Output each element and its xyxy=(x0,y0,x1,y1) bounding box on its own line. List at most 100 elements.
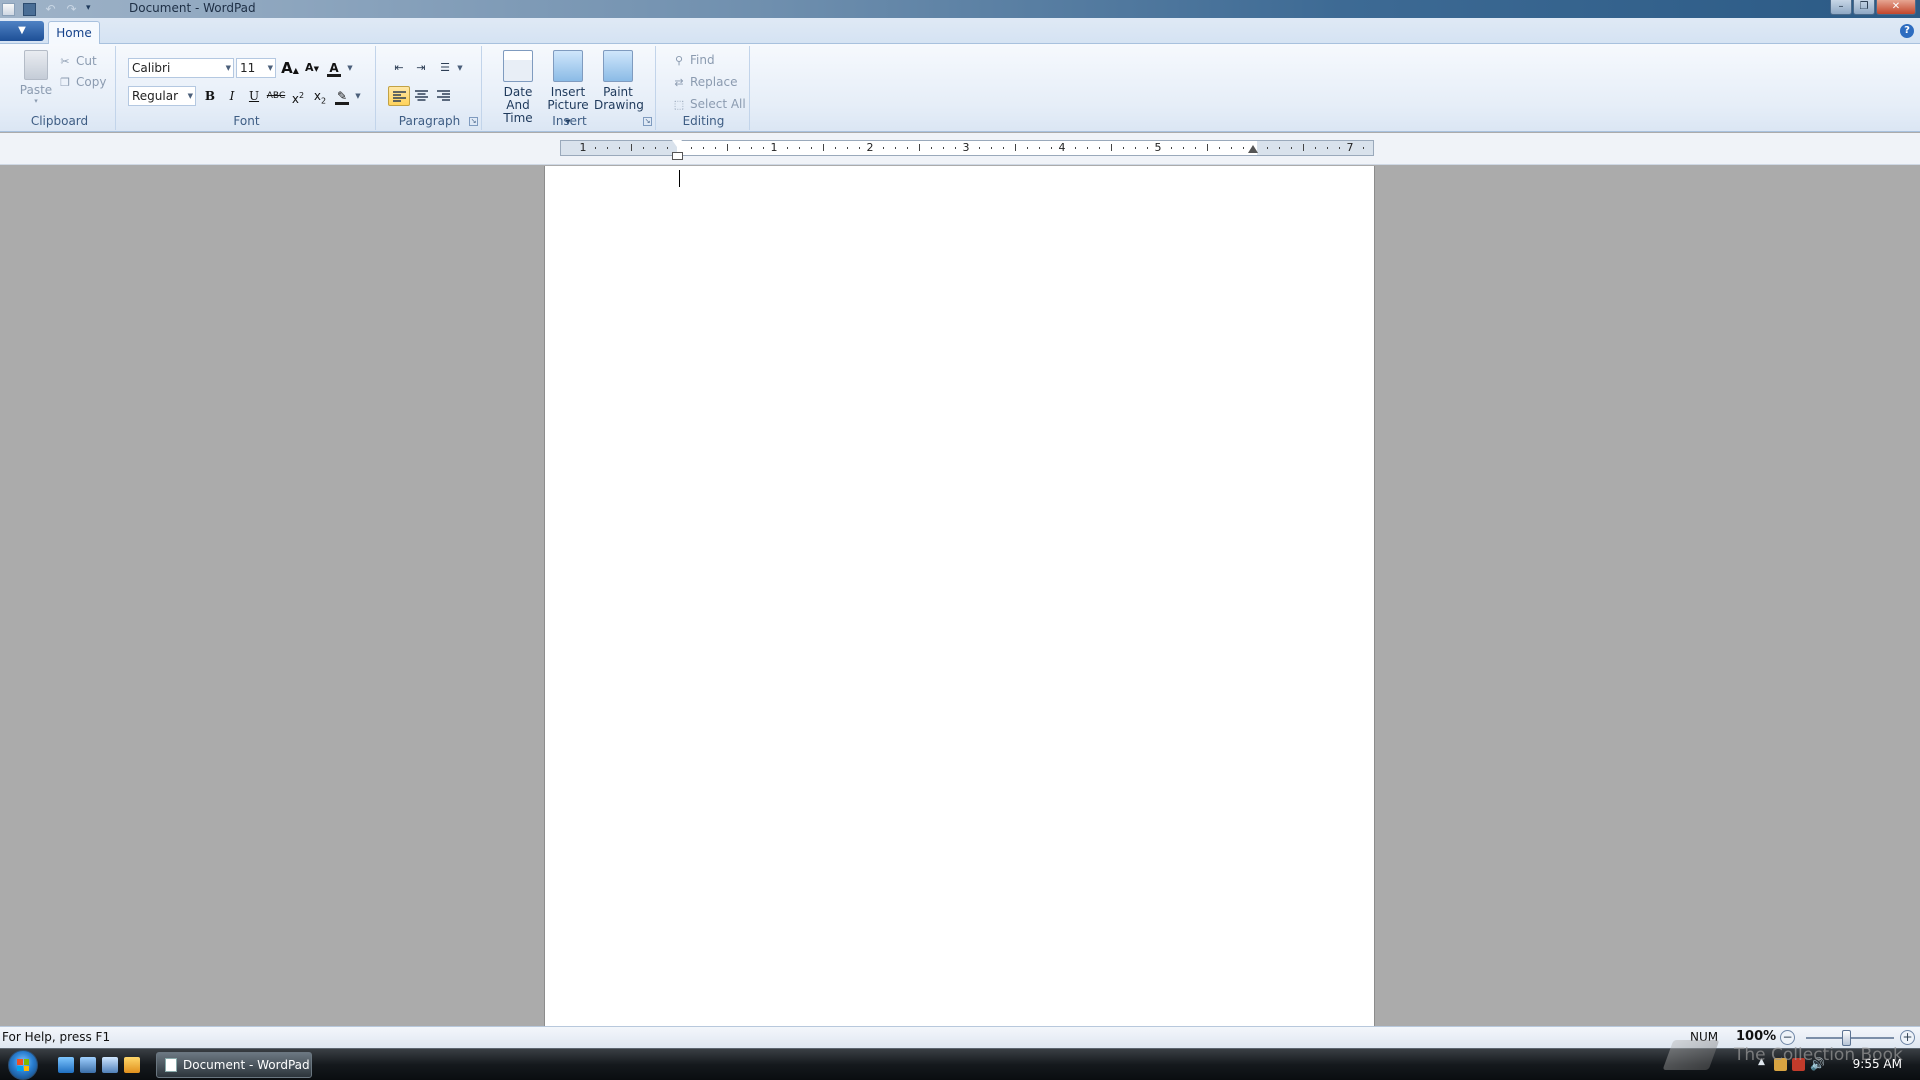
superscript-button[interactable]: x2 xyxy=(288,86,308,106)
insert-group-label: Insert xyxy=(552,114,587,128)
bold-button[interactable]: B xyxy=(200,86,220,106)
shrink-font-icon[interactable]: A▼ xyxy=(302,58,322,78)
show-desktop-icon[interactable] xyxy=(80,1057,96,1073)
restore-button[interactable]: ❐ xyxy=(1853,0,1875,15)
switch-windows-icon[interactable] xyxy=(102,1057,118,1073)
align-right-button[interactable] xyxy=(432,86,454,106)
copy-icon: ❐ xyxy=(60,75,70,89)
paste-dropdown-icon: ▾ xyxy=(34,97,38,105)
ruler-tick xyxy=(1075,147,1076,149)
ruler-tick xyxy=(1183,147,1184,149)
tray-expand-icon[interactable]: ▲ xyxy=(1758,1057,1765,1067)
align-left-button[interactable] xyxy=(388,86,410,106)
right-indent-marker[interactable] xyxy=(1248,145,1258,153)
ruler-tick xyxy=(1363,147,1364,149)
ruler-tick xyxy=(1339,147,1340,149)
application-menu-button[interactable]: ▼ xyxy=(0,21,44,41)
ruler-tick xyxy=(1327,147,1328,149)
save-icon[interactable] xyxy=(23,2,36,16)
font-color-button[interactable]: A xyxy=(324,58,344,78)
ruler-tick xyxy=(1003,147,1004,149)
ruler-tick xyxy=(1135,147,1136,149)
align-center-button[interactable] xyxy=(410,86,432,106)
taskbar-item-wordpad[interactable]: Document - WordPad xyxy=(156,1052,312,1078)
bullet-dropdown-icon[interactable]: ▼ xyxy=(456,58,464,78)
paste-label: Paste xyxy=(19,83,53,97)
taskbar-item-label: Document - WordPad xyxy=(183,1058,310,1072)
highlight-button[interactable]: ✎ xyxy=(332,86,352,106)
wordpad-document-icon xyxy=(165,1058,177,1072)
italic-button[interactable]: I xyxy=(222,86,242,106)
window-controls: – ❐ ✕ xyxy=(1830,0,1916,15)
ruler-tick xyxy=(895,147,896,149)
undo-icon[interactable]: ↶ xyxy=(44,2,57,16)
chevron-down-icon: ▼ xyxy=(225,64,231,72)
font-size-select[interactable]: 11 ▼ xyxy=(236,58,276,78)
help-icon[interactable]: ? xyxy=(1900,24,1914,38)
redo-icon[interactable]: ↷ xyxy=(65,2,78,16)
highlight-dropdown-icon[interactable]: ▼ xyxy=(354,86,362,106)
minimize-button[interactable]: – xyxy=(1830,0,1852,15)
font-style-select[interactable]: Regular ▼ xyxy=(128,86,196,106)
insert-picture-label-1: Insert xyxy=(550,85,586,99)
ruler-number: 5 xyxy=(1154,141,1162,154)
find-button[interactable]: ⚲ Find xyxy=(672,51,715,69)
font-color-dropdown-icon[interactable]: ▼ xyxy=(346,58,354,78)
underline-button[interactable]: U xyxy=(244,86,264,106)
paint-drawing-button[interactable]: Paint Drawing xyxy=(594,50,644,112)
bullet-list-icon[interactable]: ☰ xyxy=(434,58,456,78)
paint-drawing-label-2: Drawing xyxy=(594,98,644,112)
zoom-slider-thumb[interactable] xyxy=(1842,1030,1851,1046)
first-line-indent-marker[interactable] xyxy=(672,140,682,147)
font-family-select[interactable]: Calibri ▼ xyxy=(128,58,234,78)
subscript-button[interactable]: x2 xyxy=(310,86,330,106)
select-all-label: Select All xyxy=(690,97,746,111)
replace-button[interactable]: ⇄ Replace xyxy=(672,73,737,91)
insert-group: Date And Time Insert Picture ▼ Paint Dra… xyxy=(484,46,656,130)
decrease-indent-icon[interactable]: ⇤ xyxy=(388,58,410,78)
volume-icon[interactable]: 🔊 xyxy=(1810,1058,1825,1071)
ruler-tick xyxy=(835,147,836,149)
tab-home[interactable]: Home xyxy=(48,21,100,45)
customize-qat-icon[interactable]: ▾ xyxy=(86,3,99,16)
zoom-in-button[interactable]: + xyxy=(1900,1030,1915,1045)
ruler-tick xyxy=(919,144,920,151)
select-all-button[interactable]: ⬚ Select All xyxy=(672,95,746,113)
system-clock[interactable]: 9:55 AM xyxy=(1853,1057,1902,1071)
date-time-label-1: Date And xyxy=(503,85,533,112)
ruler-tick xyxy=(1207,144,1208,151)
ruler-tick xyxy=(1171,147,1172,149)
ruler-tick xyxy=(1303,144,1304,151)
network-warning-icon[interactable] xyxy=(1774,1058,1787,1071)
zoom-out-button[interactable]: − xyxy=(1780,1030,1795,1045)
ruler-tick xyxy=(1111,144,1112,151)
internet-explorer-icon[interactable] xyxy=(58,1057,74,1073)
start-button[interactable] xyxy=(8,1050,38,1080)
media-player-icon[interactable] xyxy=(124,1057,140,1073)
insert-dialog-launcher[interactable]: ↘ xyxy=(643,117,652,126)
ruler-tick xyxy=(847,147,848,149)
cut-button[interactable]: ✂ Cut xyxy=(58,52,96,70)
ruler-tick xyxy=(943,147,944,149)
status-help-text: For Help, press F1 xyxy=(2,1030,111,1044)
increase-indent-icon[interactable]: ⇥ xyxy=(410,58,432,78)
ruler-tick xyxy=(1219,147,1220,149)
wordpad-app-icon[interactable] xyxy=(2,2,15,16)
document-page[interactable] xyxy=(544,166,1375,1026)
align-center-icon xyxy=(414,90,428,101)
ruler-number: 3 xyxy=(962,141,970,154)
font-size-value: 11 xyxy=(240,61,256,75)
paragraph-dialog-launcher[interactable]: ↘ xyxy=(469,117,478,126)
left-indent-marker[interactable] xyxy=(672,152,683,160)
security-alert-icon[interactable] xyxy=(1792,1058,1805,1071)
copy-button[interactable]: ❐ Copy xyxy=(58,73,106,91)
paragraph-group: ⇤ ⇥ ☰ ▼ Paragraph ↘ xyxy=(378,46,482,130)
close-button[interactable]: ✕ xyxy=(1876,0,1916,15)
grow-font-icon[interactable]: A▲ xyxy=(280,58,300,78)
ruler-tick xyxy=(859,147,860,149)
paste-button[interactable]: Paste ▾ xyxy=(18,50,54,112)
ruler-tick xyxy=(643,147,644,149)
ruler-number: 1 xyxy=(579,141,587,154)
system-tray: ▲ 🔊 9:55 AM xyxy=(1750,1049,1920,1080)
strikethrough-button[interactable]: ABC xyxy=(266,86,286,106)
